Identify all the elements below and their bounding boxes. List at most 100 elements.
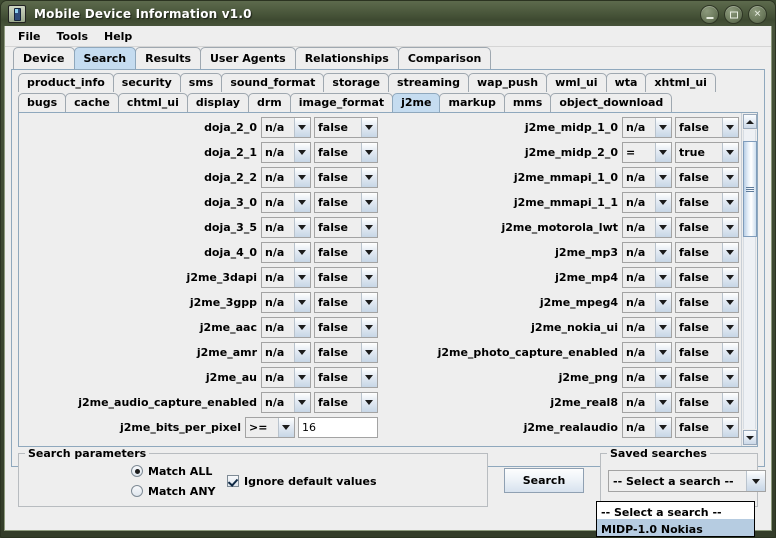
value-combo[interactable]: false <box>314 217 378 238</box>
subtab-streaming[interactable]: streaming <box>388 73 469 92</box>
close-button[interactable]: ✕ <box>748 5 767 24</box>
value-arrow-button[interactable] <box>722 118 738 137</box>
scroll-up-button[interactable] <box>743 114 757 129</box>
value-arrow-button[interactable] <box>361 168 377 187</box>
operator-arrow-button[interactable] <box>294 343 310 362</box>
operator-arrow-button[interactable] <box>294 118 310 137</box>
tab-device[interactable]: Device <box>13 47 75 69</box>
operator-arrow-button[interactable] <box>294 293 310 312</box>
operator-combo[interactable]: n/a <box>622 417 672 438</box>
value-combo[interactable]: false <box>675 242 739 263</box>
value-combo[interactable]: false <box>675 392 739 413</box>
operator-arrow-button[interactable] <box>294 143 310 162</box>
operator-combo[interactable]: n/a <box>622 267 672 288</box>
value-arrow-button[interactable] <box>722 243 738 262</box>
operator-combo[interactable]: n/a <box>261 142 311 163</box>
operator-arrow-button[interactable] <box>294 193 310 212</box>
value-arrow-button[interactable] <box>722 268 738 287</box>
operator-arrow-button[interactable] <box>294 268 310 287</box>
value-arrow-button[interactable] <box>722 318 738 337</box>
operator-arrow-button[interactable] <box>294 218 310 237</box>
value-combo[interactable]: false <box>675 417 739 438</box>
operator-combo[interactable]: n/a <box>622 242 672 263</box>
menu-file[interactable]: File <box>11 28 50 45</box>
value-arrow-button[interactable] <box>361 193 377 212</box>
operator-combo[interactable]: n/a <box>261 167 311 188</box>
value-arrow-button[interactable] <box>361 393 377 412</box>
operator-arrow-button[interactable] <box>655 143 671 162</box>
value-arrow-button[interactable] <box>361 118 377 137</box>
subtab-security[interactable]: security <box>113 73 181 92</box>
menu-help[interactable]: Help <box>97 28 141 45</box>
operator-combo[interactable]: n/a <box>261 392 311 413</box>
vertical-scrollbar[interactable] <box>741 113 757 446</box>
operator-arrow-button[interactable] <box>655 193 671 212</box>
value-arrow-button[interactable] <box>722 418 738 437</box>
operator-combo[interactable]: n/a <box>261 342 311 363</box>
value-combo[interactable]: false <box>314 242 378 263</box>
tab-comparison[interactable]: Comparison <box>398 47 492 69</box>
value-combo[interactable]: true <box>675 142 739 163</box>
tab-relationships[interactable]: Relationships <box>295 47 399 69</box>
operator-combo[interactable]: n/a <box>622 217 672 238</box>
tab-results[interactable]: Results <box>135 47 201 69</box>
value-arrow-button[interactable] <box>722 343 738 362</box>
operator-arrow-button[interactable] <box>278 418 294 437</box>
operator-combo[interactable]: >= <box>245 417 295 438</box>
value-arrow-button[interactable] <box>722 368 738 387</box>
value-arrow-button[interactable] <box>722 293 738 312</box>
value-arrow-button[interactable] <box>361 218 377 237</box>
value-combo[interactable]: false <box>675 367 739 388</box>
operator-combo[interactable]: n/a <box>622 392 672 413</box>
operator-arrow-button[interactable] <box>294 318 310 337</box>
value-combo[interactable]: false <box>675 267 739 288</box>
operator-combo[interactable]: n/a <box>261 292 311 313</box>
subtab-object_download[interactable]: object_download <box>550 93 672 112</box>
value-combo[interactable]: false <box>314 317 378 338</box>
value-combo[interactable]: false <box>675 192 739 213</box>
value-arrow-button[interactable] <box>722 143 738 162</box>
operator-arrow-button[interactable] <box>655 393 671 412</box>
value-combo[interactable]: false <box>314 392 378 413</box>
subtab-drm[interactable]: drm <box>248 93 291 112</box>
operator-arrow-button[interactable] <box>655 118 671 137</box>
value-combo[interactable]: false <box>314 167 378 188</box>
operator-arrow-button[interactable] <box>655 418 671 437</box>
operator-combo[interactable]: n/a <box>622 367 672 388</box>
operator-combo[interactable]: n/a <box>622 117 672 138</box>
subtab-wta[interactable]: wta <box>606 73 647 92</box>
value-arrow-button[interactable] <box>722 218 738 237</box>
operator-arrow-button[interactable] <box>294 243 310 262</box>
value-arrow-button[interactable] <box>361 243 377 262</box>
subtab-bugs[interactable]: bugs <box>18 93 66 112</box>
scroll-down-button[interactable] <box>743 430 757 445</box>
operator-combo[interactable]: n/a <box>261 192 311 213</box>
operator-arrow-button[interactable] <box>655 168 671 187</box>
subtab-chtml_ui[interactable]: chtml_ui <box>118 93 188 112</box>
subtab-image_format[interactable]: image_format <box>290 93 393 112</box>
value-combo[interactable]: false <box>314 367 378 388</box>
search-button[interactable]: Search <box>504 468 585 493</box>
operator-arrow-button[interactable] <box>294 368 310 387</box>
maximize-button[interactable] <box>724 5 743 24</box>
operator-combo[interactable]: n/a <box>622 342 672 363</box>
value-arrow-button[interactable] <box>361 143 377 162</box>
operator-combo[interactable]: n/a <box>261 317 311 338</box>
operator-arrow-button[interactable] <box>655 268 671 287</box>
radio-match-any[interactable]: Match ANY <box>131 481 216 501</box>
value-combo[interactable]: false <box>675 317 739 338</box>
subtab-cache[interactable]: cache <box>65 93 119 112</box>
saved-searches-popup[interactable]: -- Select a search --MIDP-1.0 Nokias <box>596 501 755 537</box>
ignore-defaults-checkbox[interactable]: Ignore default values <box>227 471 377 491</box>
operator-combo[interactable]: = <box>622 142 672 163</box>
subtab-j2me[interactable]: j2me <box>392 93 440 112</box>
operator-combo[interactable]: n/a <box>261 242 311 263</box>
subtab-xhtml_ui[interactable]: xhtml_ui <box>645 73 716 92</box>
menu-tools[interactable]: Tools <box>50 28 97 45</box>
value-arrow-button[interactable] <box>361 368 377 387</box>
operator-combo[interactable]: n/a <box>261 367 311 388</box>
value-arrow-button[interactable] <box>722 393 738 412</box>
value-arrow-button[interactable] <box>361 318 377 337</box>
value-combo[interactable]: false <box>314 142 378 163</box>
subtab-product_info[interactable]: product_info <box>18 73 114 92</box>
